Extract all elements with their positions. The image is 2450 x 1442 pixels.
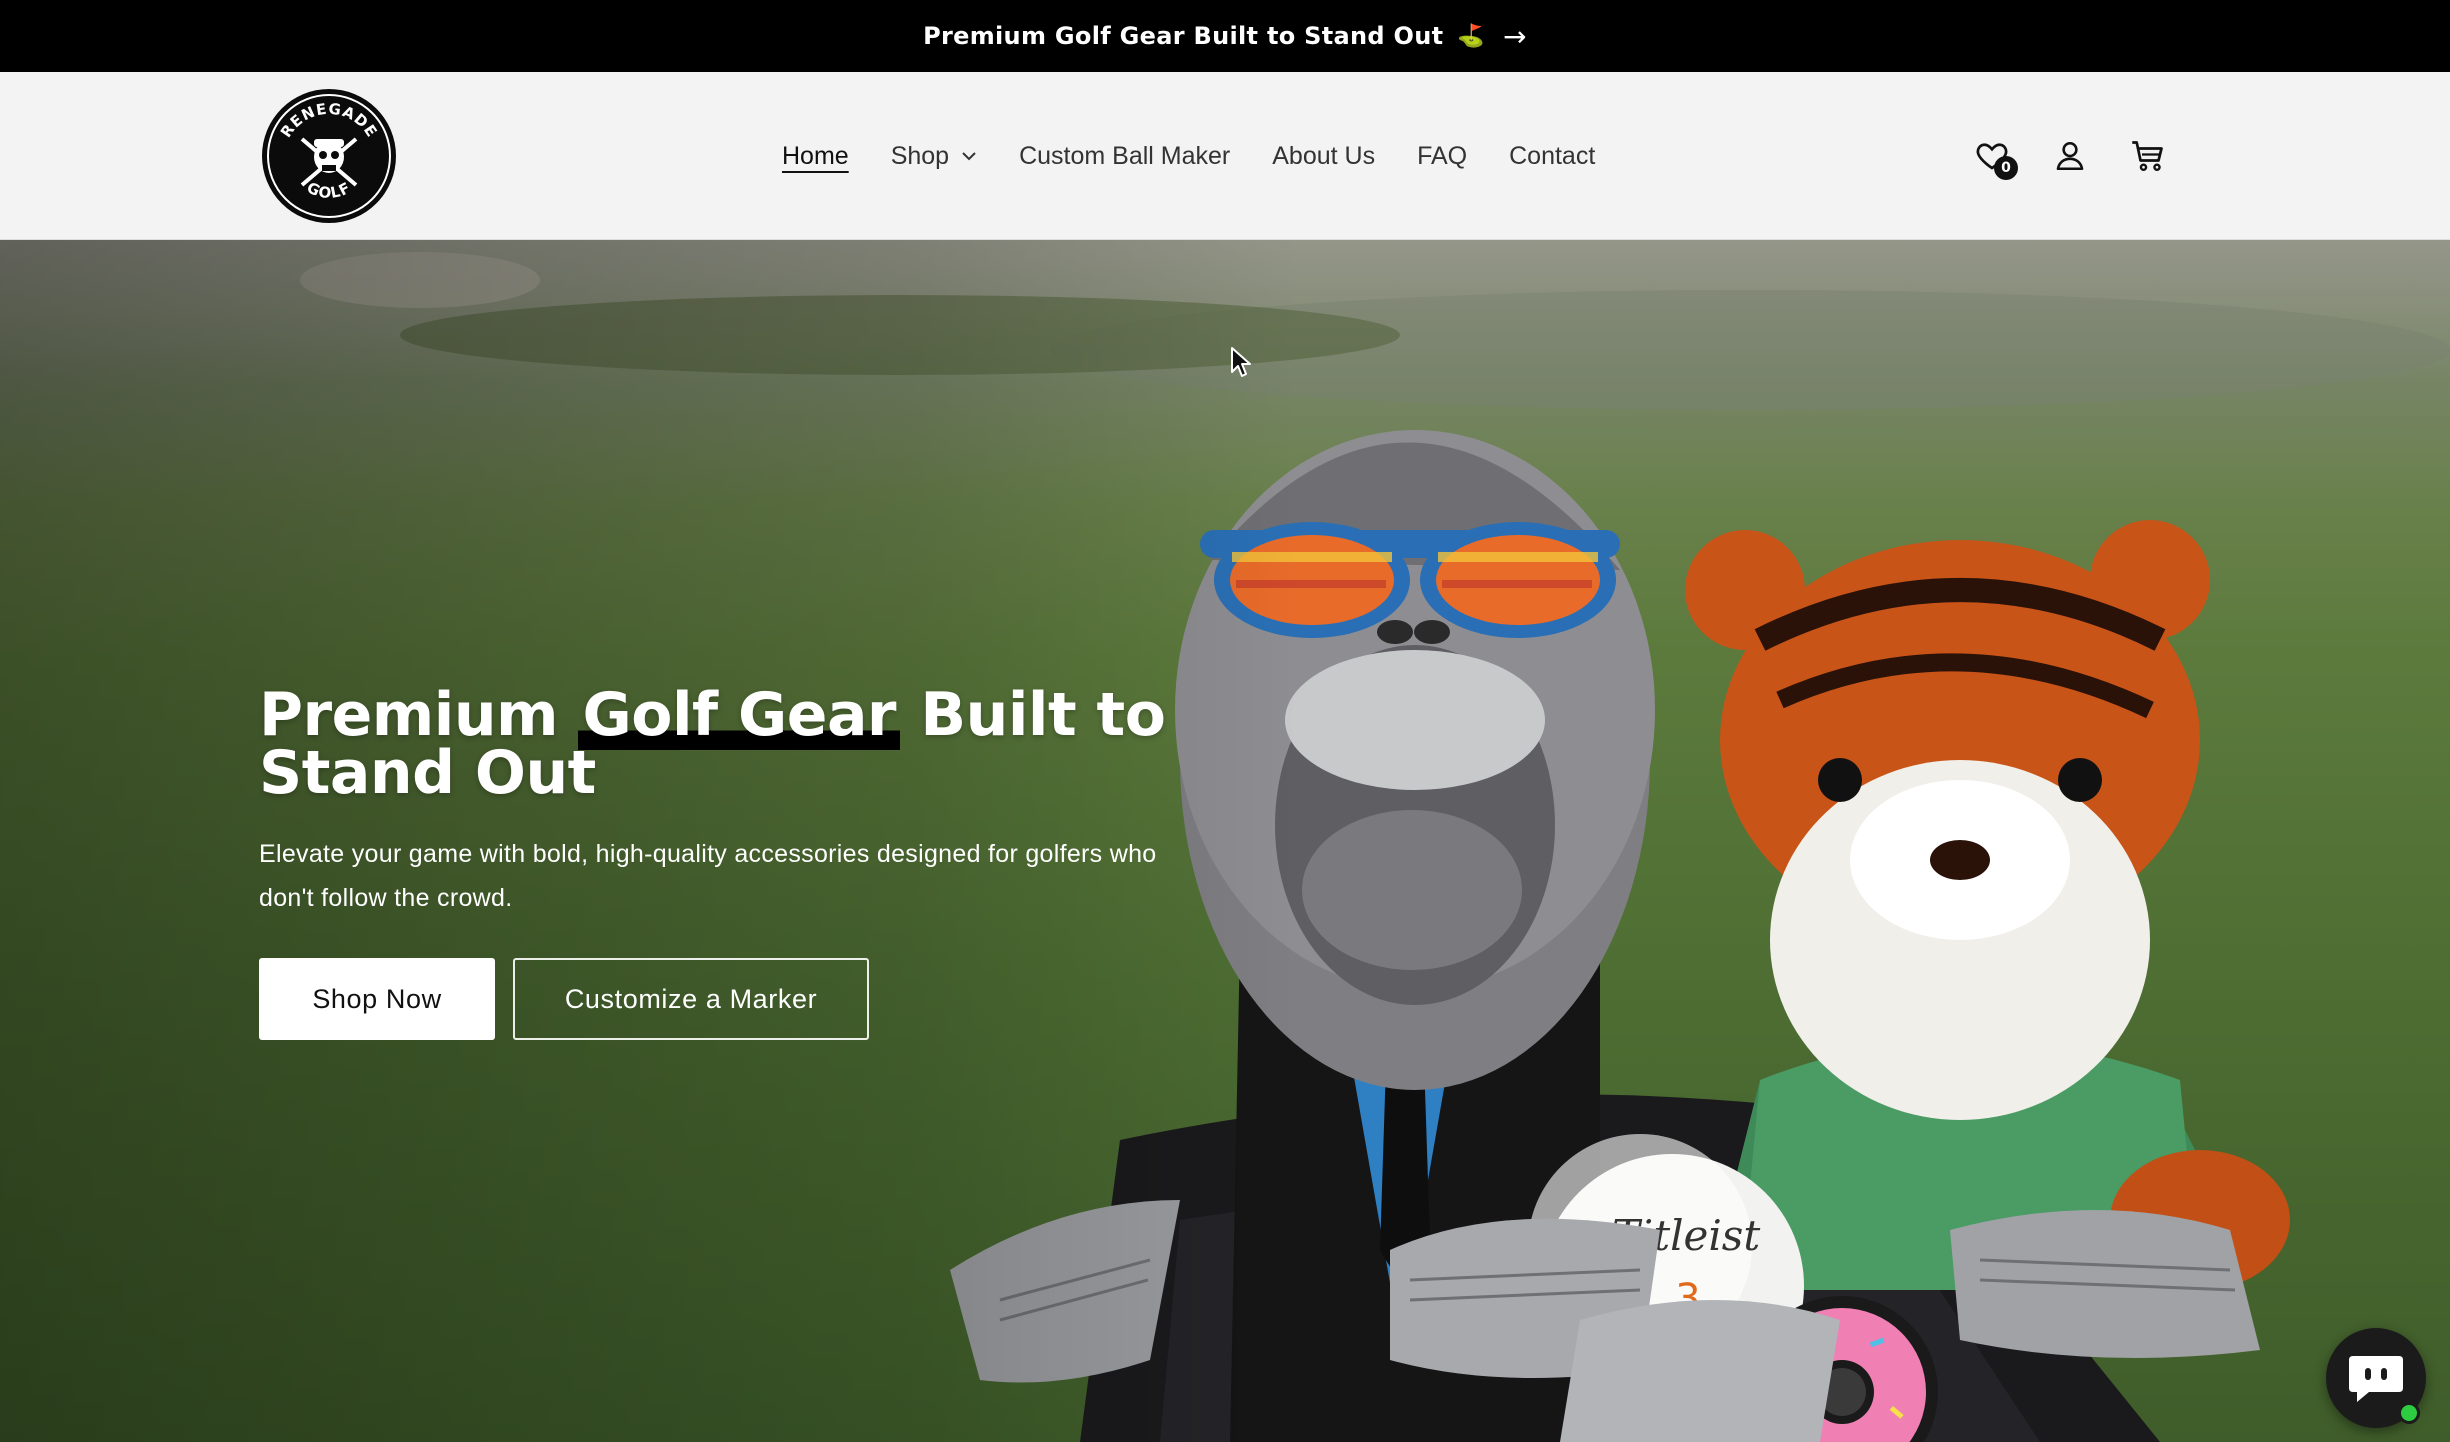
nav-label: Custom Ball Maker	[1019, 141, 1231, 170]
mouse-cursor-icon	[1231, 347, 1251, 377]
wishlist-count-badge: 0	[1994, 156, 2018, 180]
announcement-bar[interactable]: Premium Golf Gear Built to Stand Out ⛳ →	[0, 0, 2450, 72]
account-button[interactable]	[2050, 136, 2090, 176]
online-status-indicator	[2398, 1402, 2420, 1424]
nav-item-custom-ball-maker[interactable]: Custom Ball Maker	[1019, 142, 1230, 171]
wishlist-button[interactable]: 0	[1972, 136, 2018, 180]
cart-icon	[2132, 141, 2163, 171]
renegade-golf-logo-icon: RENEGADE GOLF	[263, 90, 395, 222]
hero-title-highlight: Golf Gear	[578, 680, 901, 750]
nav-label: Contact	[1509, 141, 1596, 170]
hero-title: Premium Golf Gear Built to Stand Out	[259, 680, 1219, 803]
hero-subtitle: Elevate your game with bold, high-qualit…	[259, 840, 1157, 912]
nav-item-faq[interactable]: FAQ	[1417, 142, 1467, 171]
nav-item-home[interactable]: Home	[782, 142, 849, 171]
nav-label: Home	[782, 141, 849, 170]
account-icon	[2056, 141, 2084, 171]
hero-section: Titleist 3 Premium Golf Gear Built to St…	[0, 240, 2450, 1442]
customize-marker-button[interactable]: Customize a Marker	[513, 958, 869, 1040]
logo[interactable]: RENEGADE GOLF	[262, 89, 396, 223]
nav-item-shop[interactable]: Shop	[891, 142, 977, 171]
header-icons: 0	[1972, 72, 2168, 240]
hero-content: Premium Golf Gear Built to Stand Out Ele…	[259, 680, 1219, 1040]
nav-label: About Us	[1272, 141, 1376, 170]
cart-button[interactable]	[2128, 136, 2168, 176]
site-header: RENEGADE GOLF Home Shop Custom Ball Make…	[0, 72, 2450, 240]
chat-bubble-icon	[2349, 1356, 2403, 1402]
shop-now-button[interactable]: Shop Now	[259, 958, 495, 1040]
main-nav: Home Shop Custom Ball Maker About Us FAQ…	[782, 72, 1595, 240]
announcement-text: Premium Golf Gear Built to Stand Out	[923, 22, 1444, 50]
hero-buttons: Shop Now Customize a Marker	[259, 958, 1219, 1040]
nav-label: FAQ	[1417, 141, 1468, 170]
chevron-down-icon	[962, 152, 976, 161]
nav-item-contact[interactable]: Contact	[1509, 142, 1595, 171]
nav-item-about-us[interactable]: About Us	[1272, 142, 1375, 171]
golf-flag-icon: ⛳	[1457, 23, 1486, 49]
nav-label: Shop	[890, 141, 950, 170]
arrow-right-icon: →	[1503, 19, 1527, 53]
